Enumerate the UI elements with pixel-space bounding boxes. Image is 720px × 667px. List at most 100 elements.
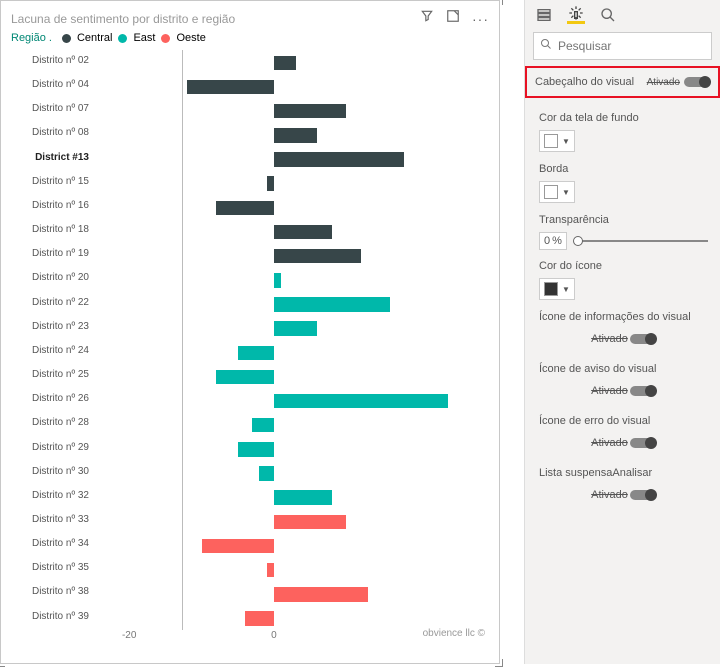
err-icon-toggle-row: Ativado xyxy=(539,433,708,457)
slider-knob[interactable] xyxy=(573,236,583,246)
visual-header-row: Lacuna de sentimento por distrito e regi… xyxy=(1,1,499,32)
bar-row: Distrito nº 24 xyxy=(93,342,489,366)
format-body: Cor da tela de fundo ▼ Borda ▼ Transparê… xyxy=(525,98,720,511)
category-label: Distrito nº 28 xyxy=(7,417,89,428)
bg-color-picker[interactable]: ▼ xyxy=(539,130,575,152)
bar-row: Distrito nº 18 xyxy=(93,221,489,245)
resize-handle-tr[interactable] xyxy=(495,0,503,5)
visual-header-state: Ativado xyxy=(647,77,680,88)
transparency-input[interactable]: 0 % xyxy=(539,232,567,250)
icon-color-swatch xyxy=(544,282,558,296)
category-label: Distrito nº 24 xyxy=(7,345,89,356)
bg-color-label: Cor da tela de fundo xyxy=(539,112,708,124)
bar[interactable] xyxy=(274,225,332,240)
bar[interactable] xyxy=(216,370,274,385)
visual-container: Lacuna de sentimento por distrito e regi… xyxy=(0,0,500,664)
bar[interactable] xyxy=(274,249,361,264)
fields-tab-icon[interactable] xyxy=(535,6,553,24)
icon-color-picker[interactable]: ▼ xyxy=(539,278,575,300)
bar-row: Distrito nº 16 xyxy=(93,197,489,221)
bar[interactable] xyxy=(274,56,296,71)
filter-icon[interactable] xyxy=(420,9,434,28)
bar-row: District #13 xyxy=(93,149,489,173)
visual-header-toggle[interactable]: Ativado xyxy=(647,77,710,88)
bar[interactable] xyxy=(238,442,274,457)
visual-header-section[interactable]: Cabeçalho do visual Ativado xyxy=(525,66,720,98)
bar[interactable] xyxy=(274,104,346,119)
bar[interactable] xyxy=(274,321,317,336)
border-label: Borda xyxy=(539,163,708,175)
analytics-tab-icon[interactable] xyxy=(599,6,617,24)
analyze-dd-toggle[interactable] xyxy=(630,490,656,500)
bar-row: Distrito nº 28 xyxy=(93,414,489,438)
bar-row: Distrito nº 25 xyxy=(93,366,489,390)
info-icon-toggle[interactable] xyxy=(630,334,656,344)
bar[interactable] xyxy=(245,611,274,626)
resize-handle-bl[interactable] xyxy=(0,659,5,667)
border-color-picker[interactable]: ▼ xyxy=(539,181,575,203)
bar[interactable] xyxy=(267,563,274,578)
category-label: Distrito nº 22 xyxy=(7,297,89,308)
border-color-swatch xyxy=(544,185,558,199)
category-label: Distrito nº 08 xyxy=(7,127,89,138)
bar[interactable] xyxy=(274,297,390,312)
category-label: Distrito nº 18 xyxy=(7,224,89,235)
warn-icon-toggle[interactable] xyxy=(630,386,656,396)
bar-row: Distrito nº 08 xyxy=(93,124,489,148)
bar[interactable] xyxy=(252,418,274,433)
bar-row: Distrito nº 33 xyxy=(93,511,489,535)
category-label: Distrito nº 30 xyxy=(7,466,89,477)
category-label: Distrito nº 29 xyxy=(7,442,89,453)
focus-mode-icon[interactable] xyxy=(446,9,460,28)
warn-icon-state: Ativado xyxy=(591,385,628,397)
search-input[interactable] xyxy=(558,39,713,53)
bar[interactable] xyxy=(187,80,274,95)
category-label: District #13 xyxy=(7,152,89,163)
info-icon-state: Ativado xyxy=(591,333,628,345)
zero-line xyxy=(182,50,183,630)
legend-swatch-oeste xyxy=(161,34,170,43)
analyze-dd-state: Ativado xyxy=(591,489,628,501)
bar-row: Distrito nº 32 xyxy=(93,487,489,511)
transparency-label: Transparência xyxy=(539,214,708,226)
bar[interactable] xyxy=(274,273,281,288)
bar[interactable] xyxy=(274,490,332,505)
info-icon-label: Ícone de informações do visual xyxy=(539,311,708,323)
legend-label-oeste: Oeste xyxy=(176,32,205,44)
category-label: Distrito nº 07 xyxy=(7,103,89,114)
bar[interactable] xyxy=(267,176,274,191)
bar-row: Distrito nº 30 xyxy=(93,463,489,487)
bar-row: Distrito nº 19 xyxy=(93,245,489,269)
bar[interactable] xyxy=(274,515,346,530)
bar[interactable] xyxy=(259,466,273,481)
format-tab-icon[interactable] xyxy=(567,6,585,24)
attribution-text: obvience llc © xyxy=(423,628,485,639)
category-label: Distrito nº 33 xyxy=(7,514,89,525)
bar-row: Distrito nº 23 xyxy=(93,318,489,342)
category-label: Distrito nº 23 xyxy=(7,321,89,332)
bar-row: Distrito nº 35 xyxy=(93,559,489,583)
visual-title: Lacuna de sentimento por distrito e regi… xyxy=(11,12,235,26)
category-label: Distrito nº 19 xyxy=(7,248,89,259)
bar[interactable] xyxy=(238,346,274,361)
err-icon-toggle[interactable] xyxy=(630,438,656,448)
err-icon-label: Ícone de erro do visual xyxy=(539,415,708,427)
x-tick: 0 xyxy=(271,630,277,641)
bar[interactable] xyxy=(202,539,274,554)
bar[interactable] xyxy=(274,152,404,167)
bar[interactable] xyxy=(274,587,368,602)
resize-handle-br[interactable] xyxy=(495,659,503,667)
search-box[interactable] xyxy=(533,32,712,60)
chevron-down-icon: ▼ xyxy=(562,137,570,146)
bar[interactable] xyxy=(274,128,317,143)
transparency-slider[interactable] xyxy=(575,240,708,242)
resize-handle-tl[interactable] xyxy=(0,0,5,5)
bar[interactable] xyxy=(274,394,448,409)
transparency-unit: % xyxy=(552,235,562,247)
legend: Região . Central East Oeste xyxy=(1,32,499,50)
icon-color-label: Cor do ícone xyxy=(539,260,708,272)
bar[interactable] xyxy=(216,201,274,216)
bar-row: Distrito nº 04 xyxy=(93,76,489,100)
visual-header-label: Cabeçalho do visual xyxy=(535,76,634,88)
more-options-icon[interactable]: ··· xyxy=(472,11,489,27)
